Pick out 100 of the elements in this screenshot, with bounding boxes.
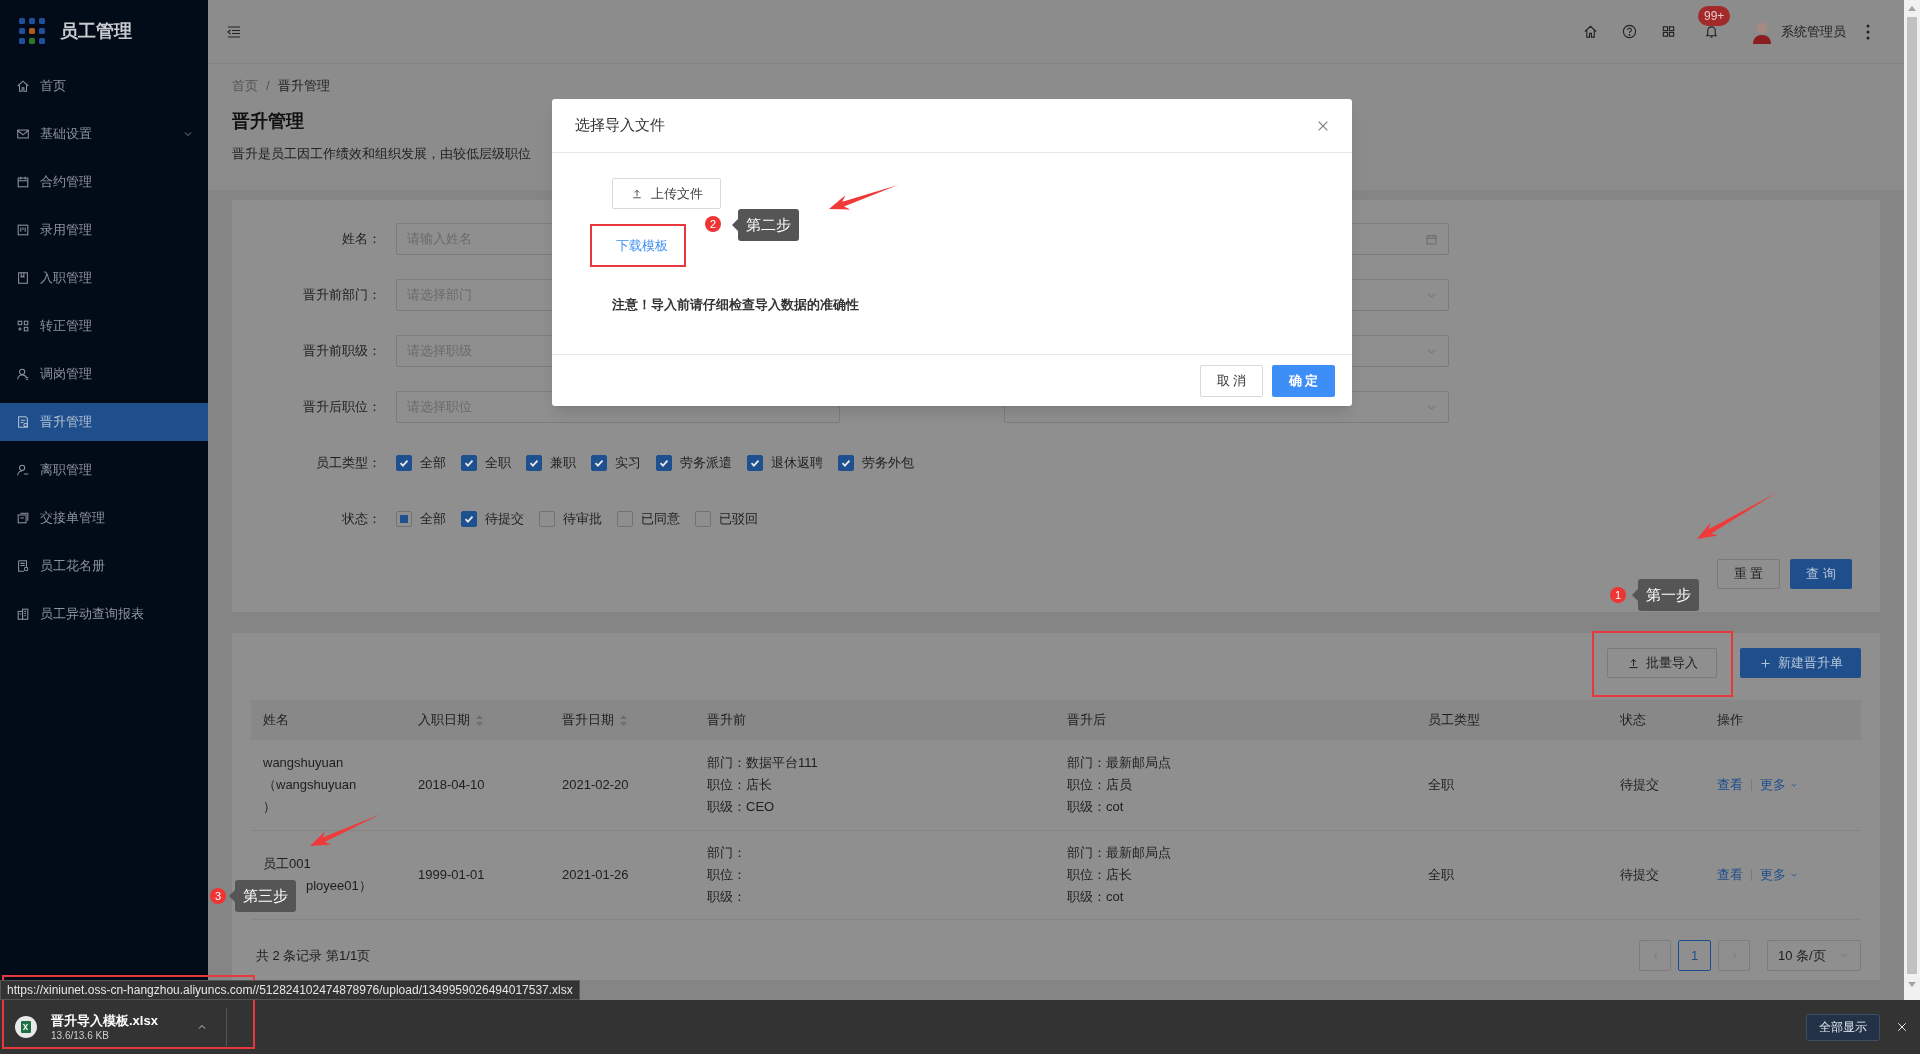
check-icon <box>749 457 761 469</box>
copy-icon <box>16 511 30 525</box>
document-icon <box>16 559 30 573</box>
download-file-name[interactable]: 晋升导入模板.xlsx <box>51 1011 158 1029</box>
sidebar-item[interactable]: 调岗管理 <box>0 355 208 393</box>
more-link[interactable]: 更多 <box>1760 774 1799 796</box>
cancel-button[interactable]: 取 消 <box>1200 364 1263 397</box>
checkbox-label[interactable]: 已同意 <box>641 509 680 529</box>
query-button[interactable]: 查 询 <box>1790 559 1852 589</box>
home-icon <box>16 79 30 93</box>
checkbox-label[interactable]: 已驳回 <box>719 509 758 529</box>
upload-icon <box>630 187 643 200</box>
checkbox-label[interactable]: 待提交 <box>485 509 524 529</box>
checkbox-label[interactable]: 兼职 <box>550 453 576 473</box>
arrow <box>310 814 381 846</box>
sidebar-item[interactable]: 首页 <box>0 67 208 105</box>
more-icon[interactable] <box>1866 23 1870 40</box>
template-link[interactable]: 下载模板 <box>616 237 668 255</box>
building-icon <box>16 607 30 621</box>
checkbox[interactable] <box>461 455 477 471</box>
calendar-icon <box>1425 232 1438 246</box>
checkbox-label[interactable]: 全职 <box>485 453 511 473</box>
modal-title: 选择导入文件 <box>575 115 665 136</box>
column-header: 晋升日期 <box>562 711 614 730</box>
field-label: 状态： <box>341 510 381 529</box>
check-icon <box>463 513 475 525</box>
reset-button[interactable]: 重 置 <box>1717 559 1780 589</box>
spreadsheet-file-icon <box>14 1015 38 1039</box>
column-header: 晋升前 <box>707 711 746 730</box>
check-icon <box>528 457 540 469</box>
upload-button[interactable]: 上传文件 <box>612 178 721 209</box>
sidebar-item[interactable]: 晋升管理 <box>0 403 208 441</box>
sidebar-item[interactable]: 录用管理 <box>0 211 208 249</box>
checkbox[interactable] <box>617 511 633 527</box>
checkbox-label[interactable]: 劳务外包 <box>862 453 914 473</box>
checkbox-label[interactable]: 全部 <box>420 453 446 473</box>
check-icon <box>398 457 410 469</box>
sidebar-item[interactable]: 合约管理 <box>0 163 208 201</box>
sidebar-item[interactable]: 基础设置 <box>0 115 208 153</box>
sidebar-item[interactable]: 员工异动查询报表 <box>0 595 208 633</box>
scroll-down-icon[interactable] <box>1908 982 1916 987</box>
checkbox-label[interactable]: 劳务派遣 <box>680 453 732 473</box>
checkbox[interactable] <box>656 455 672 471</box>
name-text: （wangshuyuan <box>263 776 357 794</box>
step-callout: 第二步 <box>732 209 799 241</box>
checkbox[interactable] <box>396 511 412 527</box>
calendar-icon <box>16 175 30 189</box>
name-text: 员工001 <box>263 855 311 873</box>
checkbox[interactable] <box>591 455 607 471</box>
checkbox[interactable] <box>526 455 542 471</box>
sidebar-item[interactable]: 转正管理 <box>0 307 208 345</box>
view-link[interactable]: 查看 <box>1717 864 1743 886</box>
import-note: 注意！导入前请仔细检查导入数据的准确性 <box>612 296 859 314</box>
close-icon[interactable] <box>1896 1021 1908 1033</box>
sidebar-item[interactable]: 入职管理 <box>0 259 208 297</box>
show-all-button[interactable]: 全部显示 <box>1806 1013 1880 1041</box>
step-badge: 3 <box>210 888 226 904</box>
page-size-select[interactable]: 10 条/页 <box>1767 940 1861 971</box>
create-button[interactable]: 新建晋升单 <box>1740 648 1861 678</box>
checkbox-label[interactable]: 实习 <box>615 453 641 473</box>
check-icon <box>593 457 605 469</box>
user-name[interactable]: 系统管理员 <box>1781 21 1846 42</box>
sidebar-item[interactable]: 交接单管理 <box>0 499 208 537</box>
breadcrumb-separator: / <box>266 77 270 95</box>
table-cell-text: 1999-01-01 <box>417 866 485 884</box>
checkbox[interactable] <box>695 511 711 527</box>
checkbox[interactable] <box>539 511 555 527</box>
step-callout: 第三步 <box>229 880 296 912</box>
scrollbar-thumb[interactable] <box>1907 17 1917 974</box>
column-header: 姓名 <box>263 711 289 730</box>
confirm-button[interactable]: 确 定 <box>1272 364 1335 397</box>
help-icon <box>1622 24 1637 39</box>
checkbox-label[interactable]: 退休返聘 <box>771 453 823 473</box>
table-cell-text: 全职 <box>1427 866 1454 884</box>
partial-check-icon <box>400 515 408 523</box>
field-label: 员工类型： <box>315 454 381 473</box>
import-button[interactable]: 批量导入 <box>1607 648 1717 678</box>
checkbox-label[interactable]: 全部 <box>420 509 446 529</box>
sidebar-item[interactable]: 离职管理 <box>0 451 208 489</box>
board-icon <box>16 223 30 237</box>
table-cell-text: 2021-01-26 <box>561 866 629 884</box>
table-cell-text: 全职 <box>1427 776 1454 794</box>
status-url: https://xiniunet.oss-cn-hangzhou.aliyuncs.com//512824102474878976/upload/1349959026494017537.xlsx <box>0 980 580 1000</box>
bell-icon <box>1704 24 1719 39</box>
checkbox[interactable] <box>838 455 854 471</box>
column-header: 入职日期 <box>418 711 470 730</box>
checkbox[interactable] <box>396 455 412 471</box>
check-icon <box>658 457 670 469</box>
document-icon <box>16 415 30 429</box>
table-cell-text: 部门：最新邮局点 职位：店员 职级：cot <box>1066 754 1171 816</box>
scroll-up-icon[interactable] <box>1908 6 1916 11</box>
app-title: 员工管理 <box>60 19 132 43</box>
checkbox[interactable] <box>461 511 477 527</box>
checkbox[interactable] <box>747 455 763 471</box>
checkbox-label[interactable]: 待审批 <box>563 509 602 529</box>
view-link[interactable]: 查看 <box>1717 774 1743 796</box>
more-link[interactable]: 更多 <box>1760 864 1799 886</box>
table-cell-text: 2018-04-10 <box>417 776 485 794</box>
book-icon <box>16 271 30 285</box>
sidebar-item[interactable]: 员工花名册 <box>0 547 208 585</box>
